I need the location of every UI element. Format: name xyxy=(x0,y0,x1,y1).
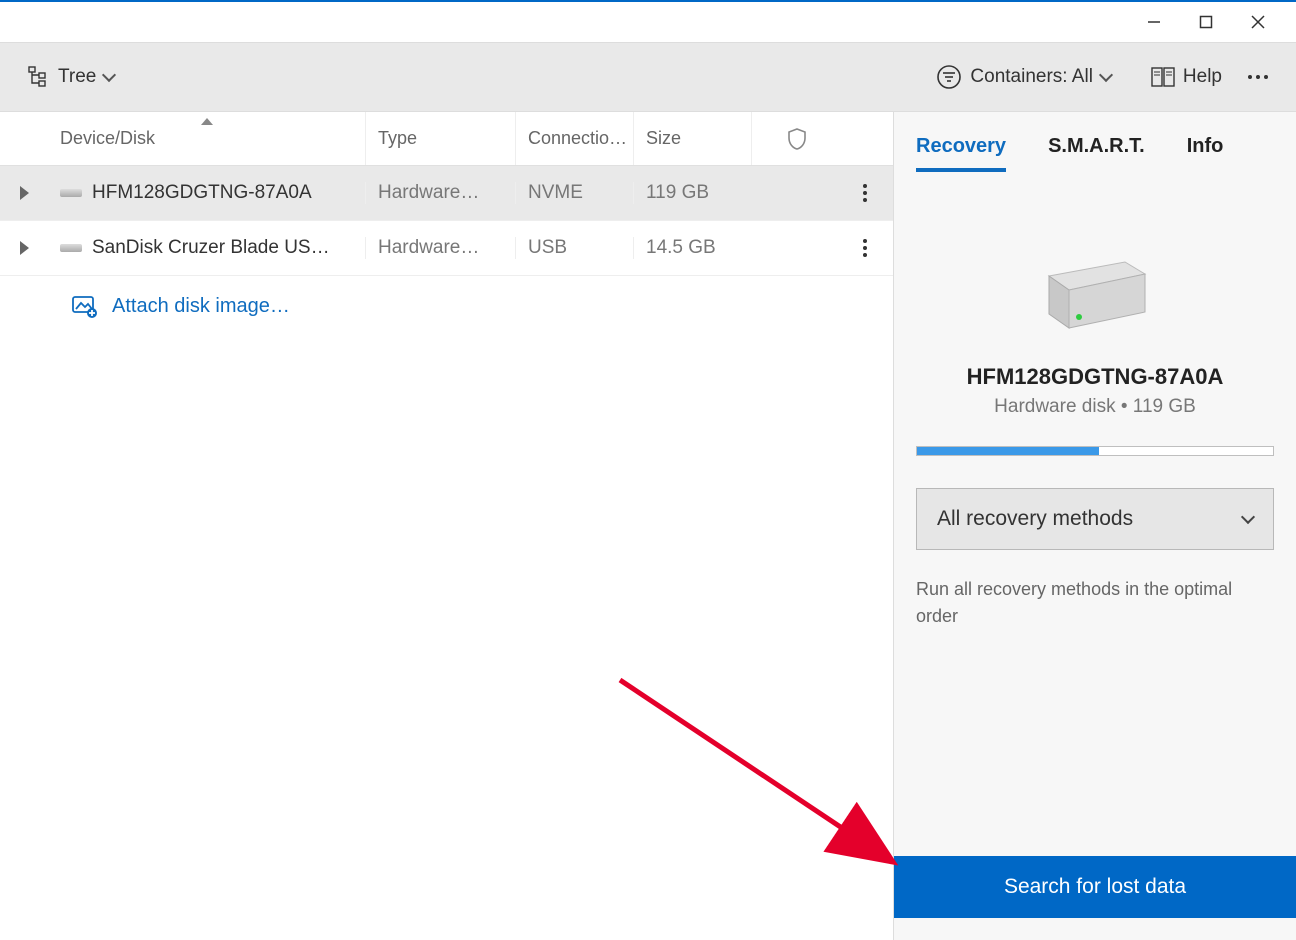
row-actions-button[interactable] xyxy=(842,239,888,257)
usage-fill xyxy=(917,447,1099,455)
table-row[interactable]: SanDisk Cruzer Blade US… Hardware… USB 1… xyxy=(0,221,893,276)
attach-image-icon xyxy=(72,294,98,318)
method-label: All recovery methods xyxy=(937,507,1133,531)
search-for-lost-data-button[interactable]: Search for lost data xyxy=(894,856,1296,918)
ellipsis-icon xyxy=(1248,75,1268,79)
help-icon xyxy=(1151,67,1175,87)
maximize-button[interactable] xyxy=(1180,2,1232,42)
chevron-down-icon xyxy=(1241,509,1255,523)
shield-icon xyxy=(787,128,807,150)
table-row[interactable]: HFM128GDGTNG-87A0A Hardware… NVME 119 GB xyxy=(0,166,893,221)
attach-disk-image-link[interactable]: Attach disk image… xyxy=(0,276,893,336)
containers-filter-dropdown[interactable]: Containers: All xyxy=(932,58,1115,96)
chevron-down-icon xyxy=(102,67,116,81)
device-name: SanDisk Cruzer Blade US… xyxy=(92,237,330,259)
tree-icon xyxy=(28,66,50,88)
device-name: HFM128GDGTNG-87A0A xyxy=(92,182,312,204)
table-header: Device/Disk Type Connectio… Size xyxy=(0,112,893,166)
tab-info[interactable]: Info xyxy=(1187,135,1224,172)
drive-illustration xyxy=(1035,256,1155,340)
kebab-icon xyxy=(863,239,867,257)
view-mode-dropdown[interactable]: Tree xyxy=(24,60,118,94)
column-header-device[interactable]: Device/Disk xyxy=(48,112,366,165)
kebab-icon xyxy=(863,184,867,202)
method-description: Run all recovery methods in the optimal … xyxy=(916,576,1274,630)
recovery-method-dropdown[interactable]: All recovery methods xyxy=(916,488,1274,550)
window-controls xyxy=(0,0,1296,42)
sort-ascending-icon xyxy=(201,118,213,125)
disk-icon xyxy=(60,189,82,197)
containers-label: Containers: All xyxy=(970,66,1093,88)
minimize-button[interactable] xyxy=(1128,2,1180,42)
view-mode-label: Tree xyxy=(58,66,96,88)
row-actions-button[interactable] xyxy=(842,184,888,202)
close-button[interactable] xyxy=(1232,2,1284,42)
detail-tabs: Recovery S.M.A.R.T. Info xyxy=(894,112,1296,172)
chevron-down-icon xyxy=(1099,67,1113,81)
filter-icon xyxy=(936,64,962,90)
detail-pane: Recovery S.M.A.R.T. Info HFM128GDGTNG-87… xyxy=(894,112,1296,940)
expand-icon[interactable] xyxy=(20,241,29,255)
column-header-type[interactable]: Type xyxy=(366,112,516,165)
column-header-size[interactable]: Size xyxy=(634,112,752,165)
column-header-connection[interactable]: Connectio… xyxy=(516,112,634,165)
toolbar: Tree Containers: All Help xyxy=(0,42,1296,112)
more-menu-button[interactable] xyxy=(1244,69,1272,85)
usage-bar xyxy=(916,446,1274,456)
disk-icon xyxy=(60,244,82,252)
attach-label: Attach disk image… xyxy=(112,295,290,318)
drive-subtitle: Hardware disk • 119 GB xyxy=(916,396,1274,418)
drive-title: HFM128GDGTNG-87A0A xyxy=(916,364,1274,390)
expand-icon[interactable] xyxy=(20,186,29,200)
help-label: Help xyxy=(1183,66,1222,88)
tab-recovery[interactable]: Recovery xyxy=(916,135,1006,172)
device-list-pane: Device/Disk Type Connectio… Size HFM128G… xyxy=(0,112,894,940)
column-header-protection[interactable] xyxy=(752,112,842,165)
help-button[interactable]: Help xyxy=(1147,60,1226,94)
tab-smart[interactable]: S.M.A.R.T. xyxy=(1048,135,1145,172)
